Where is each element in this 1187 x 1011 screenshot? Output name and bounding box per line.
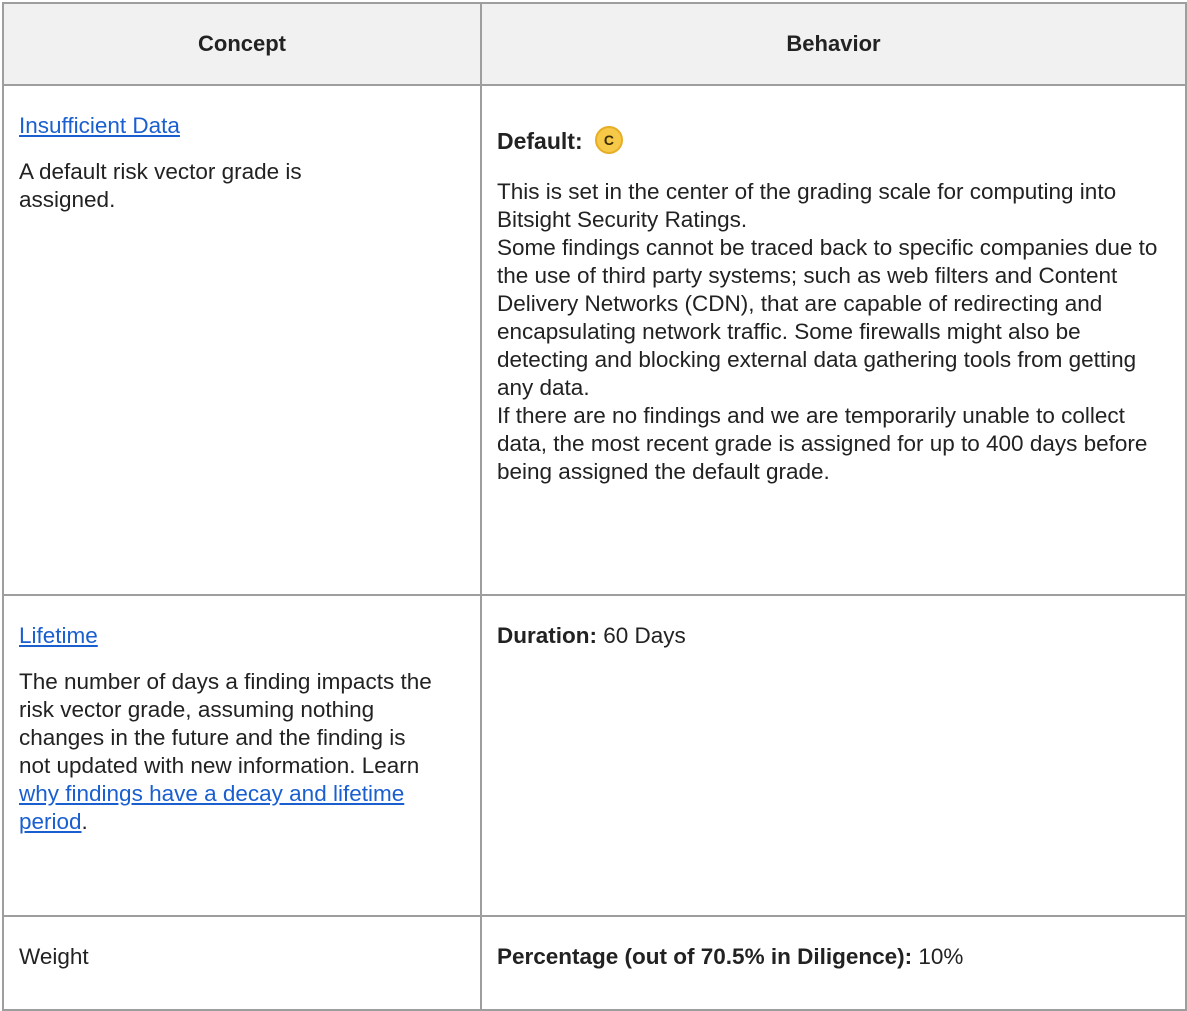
behavior-paragraph: If there are no findings and we are temp…	[497, 403, 1148, 484]
concept-cell: Lifetime The number of days a finding im…	[2, 594, 482, 917]
header-row: Concept Behavior	[2, 2, 1187, 86]
duration-label: Duration:	[497, 623, 597, 648]
insufficient-data-link[interactable]: Insufficient Data	[19, 113, 180, 138]
behavior-paragraph: Some findings cannot be traced back to s…	[497, 235, 1158, 400]
behavior-paragraph: This is set in the center of the grading…	[497, 179, 1117, 232]
learn-suffix: .	[81, 809, 88, 834]
table-row: Insufficient Data A default risk vector …	[2, 84, 1187, 596]
table-row: Lifetime The number of days a finding im…	[2, 594, 1187, 917]
decay-lifetime-link[interactable]: why findings have a decay and lifetime p…	[19, 781, 404, 834]
concept-header: Concept	[2, 2, 482, 86]
behavior-cell: Percentage (out of 70.5% in Diligence): …	[480, 915, 1187, 1011]
weight-label: Weight	[19, 944, 89, 969]
behavior-header: Behavior	[480, 2, 1187, 86]
behavior-cell: Duration: 60 Days	[480, 594, 1187, 917]
info-table: Concept Behavior Insufficient Data A def…	[2, 2, 1187, 1011]
concept-cell: Insufficient Data A default risk vector …	[2, 84, 482, 596]
default-label: Default:	[497, 128, 583, 154]
table-row: Weight Percentage (out of 70.5% in Dilig…	[2, 915, 1187, 1011]
grade-badge-icon: C	[594, 126, 623, 154]
learn-prefix: Learn	[361, 753, 420, 778]
concept-description: A default risk vector grade is assigned.	[19, 159, 302, 212]
lifetime-link[interactable]: Lifetime	[19, 623, 98, 648]
percentage-label: Percentage (out of 70.5% in Diligence):	[497, 944, 913, 969]
behavior-cell: Default: C This is set in the center of …	[480, 84, 1187, 596]
concept-description: The number of days a finding impacts the…	[19, 668, 439, 836]
percentage-value: 10%	[912, 944, 964, 969]
duration-value: 60 Days	[597, 623, 686, 648]
concept-cell: Weight	[2, 915, 482, 1011]
